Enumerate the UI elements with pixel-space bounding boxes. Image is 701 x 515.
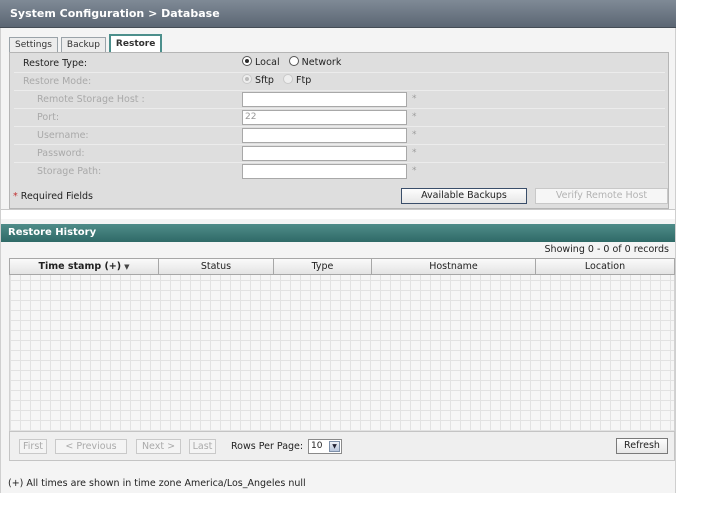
- required-asterisk: *: [412, 112, 417, 122]
- restore-type-options: Local Network: [242, 56, 347, 68]
- verify-remote-host-button[interactable]: Verify Remote Host: [535, 188, 668, 204]
- storage-path-label: Storage Path:: [37, 166, 102, 177]
- column-header-hostname[interactable]: Hostname: [372, 259, 536, 274]
- restore-mode-label: Restore Mode:: [23, 76, 92, 87]
- restore-type-local-label[interactable]: Local: [255, 57, 280, 68]
- tab-settings[interactable]: Settings: [9, 37, 58, 53]
- restore-form: Restore Type: Local Network Restore Mode…: [9, 52, 669, 209]
- storage-path-input[interactable]: [242, 164, 407, 179]
- required-asterisk: *: [412, 166, 417, 176]
- remote-host-row: Remote Storage Host : *: [14, 91, 665, 109]
- history-table-body: [9, 275, 675, 431]
- port-row: Port: 22 *: [14, 109, 665, 127]
- required-fields-note: * Required Fields: [13, 191, 93, 202]
- required-asterisk: *: [412, 148, 417, 158]
- records-count: Showing 0 - 0 of 0 records: [544, 244, 669, 255]
- column-header-location[interactable]: Location: [536, 259, 674, 274]
- password-row: Password: *: [14, 145, 665, 163]
- restore-panel: Settings Backup Restore Restore Type: Lo…: [0, 28, 676, 493]
- username-row: Username: *: [14, 127, 665, 145]
- username-label: Username:: [37, 130, 89, 141]
- port-label: Port:: [37, 112, 60, 123]
- column-header-type[interactable]: Type: [274, 259, 372, 274]
- restore-type-row: Restore Type: Local Network: [14, 55, 665, 73]
- restore-mode-sftp-radio[interactable]: [242, 74, 252, 84]
- previous-page-button[interactable]: < Previous: [55, 439, 127, 454]
- username-input[interactable]: [242, 128, 407, 143]
- restore-type-network-radio[interactable]: [288, 56, 299, 66]
- column-header-status[interactable]: Status: [159, 259, 274, 274]
- page-title: System Configuration > Database: [0, 0, 676, 28]
- available-backups-button[interactable]: Available Backups: [401, 188, 527, 204]
- form-actions: * Required Fields Available Backups Veri…: [9, 188, 669, 208]
- tab-bar: Settings Backup Restore: [9, 33, 165, 53]
- remote-host-input[interactable]: [242, 92, 407, 107]
- restore-mode-row: Restore Mode: Sftp Ftp: [14, 73, 665, 91]
- required-asterisk: *: [412, 130, 417, 140]
- chevron-down-icon[interactable]: ▼: [329, 441, 340, 452]
- restore-type-network-label[interactable]: Network: [302, 57, 342, 68]
- tab-restore[interactable]: Restore: [108, 34, 163, 53]
- refresh-button[interactable]: Refresh: [616, 438, 668, 454]
- restore-mode-options: Sftp Ftp: [242, 74, 317, 86]
- tab-backup[interactable]: Backup: [60, 37, 106, 53]
- rows-per-page-label: Rows Per Page:: [231, 441, 304, 452]
- restore-type-label: Restore Type:: [23, 58, 88, 69]
- restore-mode-ftp-radio[interactable]: [283, 74, 293, 84]
- section-divider: [1, 209, 675, 219]
- column-header-timestamp[interactable]: Time stamp (+) ▼: [10, 259, 159, 274]
- next-page-button[interactable]: Next >: [136, 439, 181, 454]
- password-input[interactable]: [242, 146, 407, 161]
- restore-history-header: Restore History: [1, 224, 675, 242]
- rows-per-page-select[interactable]: 10 ▼: [308, 439, 342, 454]
- sort-down-icon[interactable]: ▼: [124, 263, 129, 271]
- restore-type-local-radio[interactable]: [242, 56, 252, 66]
- remote-host-label: Remote Storage Host :: [37, 94, 145, 105]
- history-table-header: Time stamp (+) ▼ Status Type Hostname Loc…: [9, 258, 675, 275]
- pagination-bar: First < Previous Next > Last Rows Per Pa…: [9, 431, 675, 461]
- port-input[interactable]: 22: [242, 110, 407, 125]
- restore-mode-sftp-label: Sftp: [255, 75, 274, 86]
- first-page-button[interactable]: First: [19, 439, 47, 454]
- restore-mode-ftp-label: Ftp: [296, 75, 312, 86]
- timezone-footnote: (+) All times are shown in time zone Ame…: [8, 478, 306, 489]
- storage-path-row: Storage Path: *: [14, 163, 665, 181]
- required-asterisk: *: [412, 94, 417, 104]
- password-label: Password:: [37, 148, 85, 159]
- last-page-button[interactable]: Last: [189, 439, 216, 454]
